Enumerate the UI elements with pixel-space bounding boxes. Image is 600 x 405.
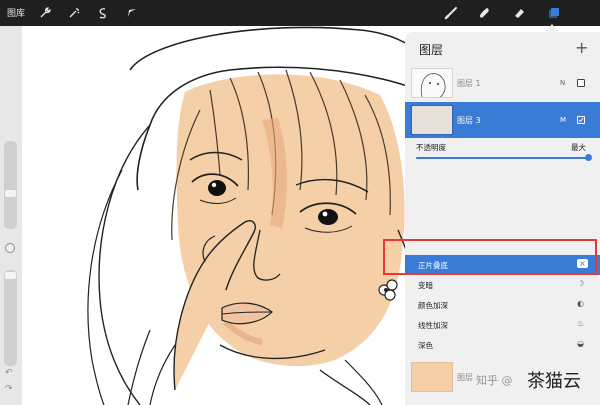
watermark-brand: 茶猫云 bbox=[527, 371, 581, 392]
panel-pointer bbox=[546, 24, 558, 32]
collar-2 bbox=[344, 359, 383, 405]
layer-blend-mode[interactable]: M bbox=[560, 116, 566, 124]
burn-icon: ◐ bbox=[577, 299, 584, 308]
undo-icon[interactable]: ↶ bbox=[5, 368, 13, 378]
opacity-slider[interactable] bbox=[4, 270, 17, 366]
blend-mode-color-burn[interactable]: 颜色加深 ◐ bbox=[405, 295, 600, 315]
layer-name: 图层 1 bbox=[457, 78, 481, 88]
brush-size-slider[interactable] bbox=[4, 141, 17, 229]
wrench-icon[interactable] bbox=[36, 4, 54, 22]
layer-thumbnail bbox=[411, 362, 453, 392]
blend-mode-label: 变暗 bbox=[418, 281, 433, 290]
flame-icon: ♨ bbox=[577, 319, 585, 328]
layer-name: 图层 bbox=[457, 372, 473, 382]
selection-icon[interactable] bbox=[94, 4, 112, 22]
layer-opacity-knob[interactable] bbox=[585, 154, 592, 161]
panel-title: 图层 bbox=[419, 43, 444, 57]
watermark-zhihu: 知乎 @ bbox=[476, 374, 513, 387]
left-sidebar: ↶ ↷ bbox=[0, 26, 22, 405]
brush-icon[interactable] bbox=[441, 3, 461, 23]
layer-blend-mode[interactable]: N bbox=[560, 79, 565, 87]
layer-thumbnail bbox=[411, 68, 453, 98]
blend-mode-darken[interactable]: 变暗 ☽ bbox=[405, 275, 600, 295]
blend-mode-label: 深色 bbox=[418, 341, 433, 350]
blend-mode-label: 颜色加深 bbox=[418, 301, 448, 310]
magic-wand-icon[interactable] bbox=[65, 4, 83, 22]
hand-lines bbox=[127, 329, 176, 405]
blend-mode-darker-color[interactable]: 深色 ◒ bbox=[405, 335, 600, 355]
layer-thumbnail bbox=[411, 105, 453, 135]
hood-left-2 bbox=[87, 169, 123, 405]
layer-opacity-slider[interactable] bbox=[416, 157, 589, 159]
blend-mode-label: 线性加深 bbox=[418, 321, 448, 330]
opacity-handle[interactable] bbox=[5, 272, 16, 279]
blend-mode-linear-burn[interactable]: 线性加深 ♨ bbox=[405, 315, 600, 335]
transform-arrow-icon[interactable] bbox=[123, 4, 141, 22]
modify-button[interactable] bbox=[5, 243, 15, 253]
opacity-label: 不透明度 bbox=[416, 143, 446, 152]
skin-fill bbox=[176, 74, 405, 367]
smudge-icon[interactable] bbox=[475, 3, 495, 23]
layer-row-1[interactable]: 图层 1 N bbox=[405, 65, 600, 101]
darker-color-icon: ◒ bbox=[577, 339, 584, 348]
redo-icon[interactable]: ↷ bbox=[5, 384, 13, 394]
highlight-annotation bbox=[383, 239, 597, 275]
layer-visibility-checkbox[interactable] bbox=[577, 116, 585, 124]
collar bbox=[319, 369, 371, 405]
layer-row-3[interactable]: 图层 3 M bbox=[405, 102, 600, 138]
gallery-button[interactable]: 图库 bbox=[7, 6, 25, 19]
layer-visibility-checkbox[interactable] bbox=[577, 79, 585, 87]
opacity-max-label: 最大 bbox=[571, 143, 586, 152]
eraser-icon[interactable] bbox=[509, 3, 529, 23]
moon-icon: ☽ bbox=[577, 279, 585, 288]
layers-icon[interactable] bbox=[544, 3, 564, 23]
top-toolbar: 图库 bbox=[0, 0, 600, 26]
layer-name: 图层 3 bbox=[457, 115, 481, 125]
add-layer-button[interactable]: + bbox=[575, 38, 588, 57]
brush-size-handle[interactable] bbox=[5, 190, 16, 197]
hood-left bbox=[98, 124, 151, 405]
layers-panel: 图层 + 图层 1 N 图层 3 M 不透明度 最大 正片叠底 × 变暗 ☽ 颜… bbox=[405, 32, 600, 405]
